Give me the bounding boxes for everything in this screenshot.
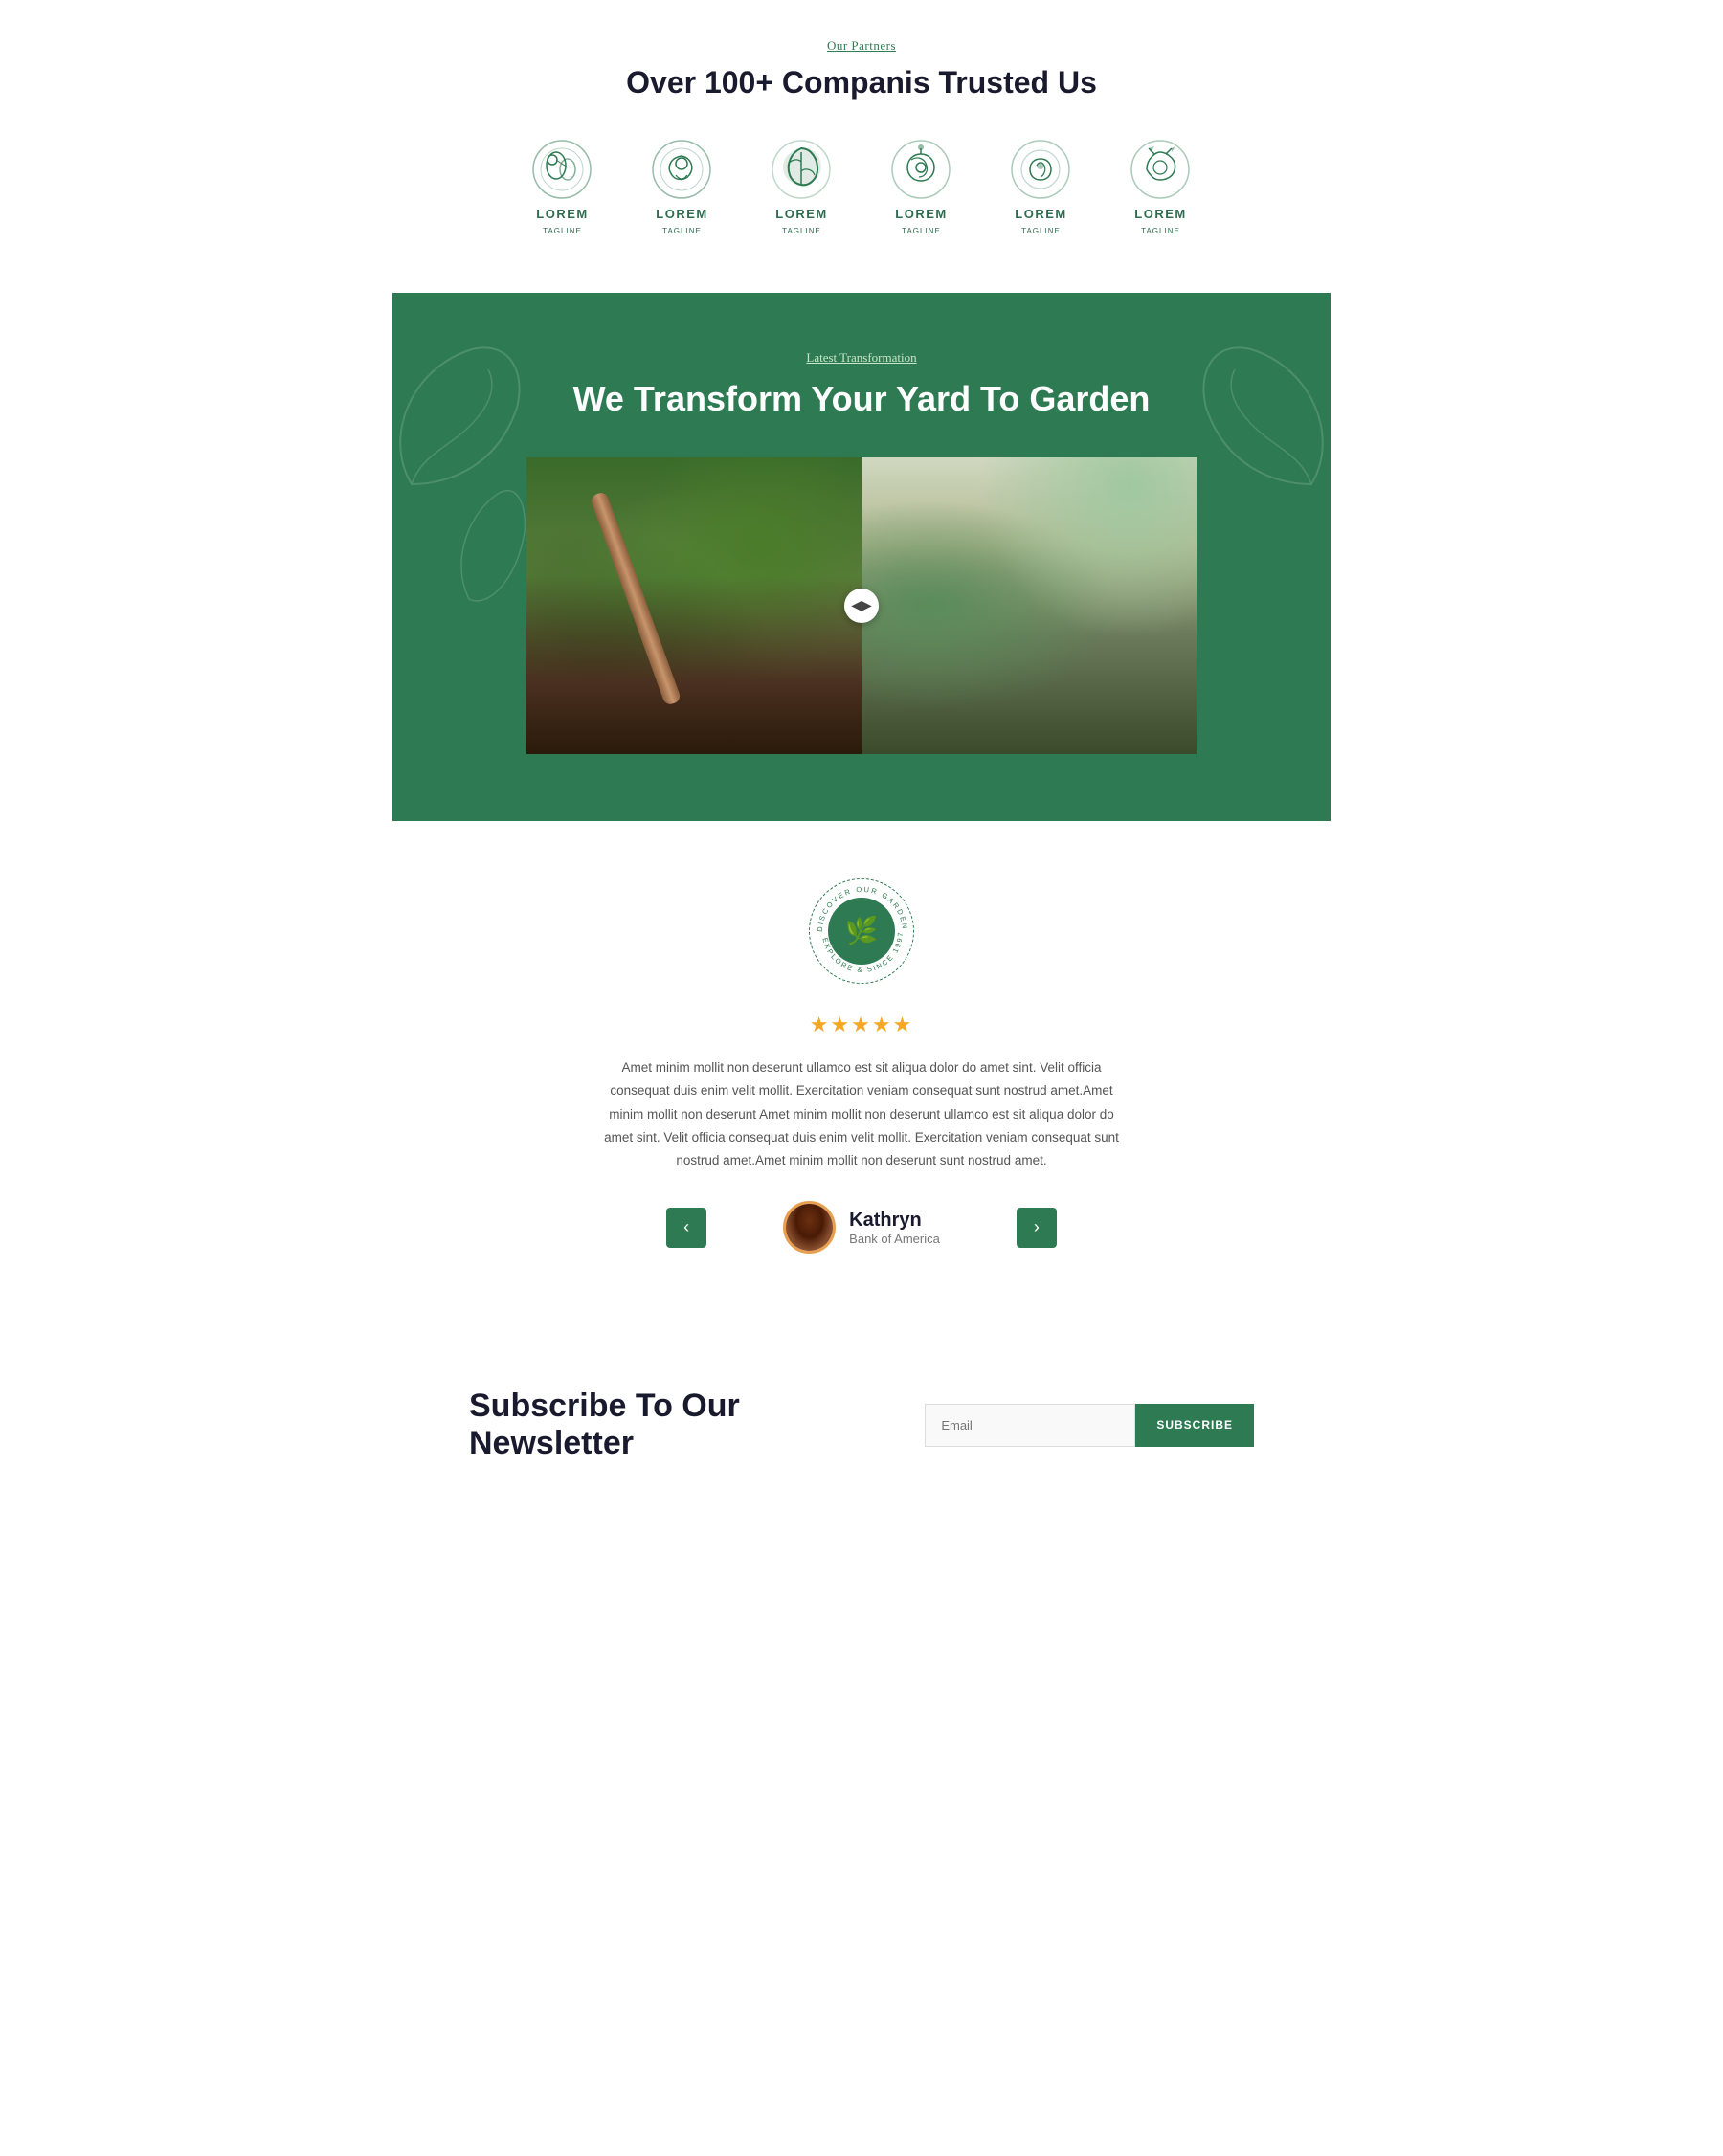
partner-tagline-1: TAGLINE (543, 227, 582, 235)
partner-tagline-2: TAGLINE (662, 227, 702, 235)
author-avatar (783, 1201, 836, 1254)
divider-arrows-icon: ◀▶ (851, 598, 872, 614)
testimonial-author: Kathryn Bank of America (783, 1201, 940, 1254)
partners-label[interactable]: Our Partners (450, 38, 1273, 54)
partner-name-5: LOREM (1015, 207, 1066, 221)
partner-icon-2 (651, 139, 713, 201)
badge-curved-text: DISCOVER OUR GARDEN & EXPLORE & SINCE 19… (810, 879, 915, 985)
partners-section: Our Partners Over 100+ Companis Trusted … (392, 0, 1331, 293)
author-company: Bank of America (849, 1232, 940, 1246)
newsletter-email-input[interactable] (925, 1404, 1135, 1447)
badge-outer-ring: DISCOVER OUR GARDEN & EXPLORE & SINCE 19… (809, 878, 914, 984)
partners-logos-row: LOREM TAGLINE LOREM TAGLINE (450, 139, 1273, 235)
testimonial-navigation: ‹ Kathryn Bank of America › (488, 1201, 1235, 1254)
transformation-images: ◀▶ (526, 457, 1197, 754)
image-divider-circle[interactable]: ◀▶ (844, 589, 879, 623)
prev-testimonial-button[interactable]: ‹ (666, 1208, 706, 1248)
partner-logo-3: LOREM TAGLINE (771, 139, 833, 235)
partner-name-4: LOREM (895, 207, 947, 221)
testimonial-section: DISCOVER OUR GARDEN & EXPLORE & SINCE 19… (392, 821, 1331, 1330)
transformation-label[interactable]: Latest Transformation (392, 350, 1331, 366)
svg-text:DISCOVER OUR GARDEN &: DISCOVER OUR GARDEN & (810, 879, 909, 932)
star-rating: ★★★★★ (488, 1012, 1235, 1037)
next-testimonial-button[interactable]: › (1017, 1208, 1057, 1248)
partner-tagline-5: TAGLINE (1021, 227, 1061, 235)
partner-logo-6: LOREM TAGLINE (1130, 139, 1192, 235)
partner-tagline-3: TAGLINE (782, 227, 821, 235)
partner-icon-1 (531, 139, 593, 201)
author-avatar-image (786, 1204, 833, 1251)
partner-logo-2: LOREM TAGLINE (651, 139, 713, 235)
partner-name-2: LOREM (656, 207, 707, 221)
partner-logo-1: LOREM TAGLINE (531, 139, 593, 235)
partner-icon-5 (1010, 139, 1072, 201)
partner-name-6: LOREM (1134, 207, 1186, 221)
partner-icon-6 (1130, 139, 1192, 201)
garden-tool-image (526, 457, 862, 754)
author-info: Kathryn Bank of America (849, 1210, 940, 1246)
badge-circle: DISCOVER OUR GARDEN & EXPLORE & SINCE 19… (809, 878, 914, 984)
newsletter-subscribe-button[interactable]: SUBSCRIBE (1135, 1404, 1254, 1447)
newsletter-title: Subscribe To Our Newsletter (469, 1388, 794, 1462)
partner-logo-5: LOREM TAGLINE (1010, 139, 1072, 235)
author-name: Kathryn (849, 1210, 940, 1232)
partner-name-3: LOREM (775, 207, 827, 221)
newsletter-form: SUBSCRIBE (925, 1404, 1254, 1447)
partner-icon-4 (890, 139, 952, 201)
leaf-bg-right-icon (1197, 293, 1331, 676)
partner-name-1: LOREM (536, 207, 588, 221)
partner-tagline-4: TAGLINE (902, 227, 941, 235)
partner-icon-3 (771, 139, 833, 201)
transformation-title: We Transform Your Yard To Garden (392, 379, 1331, 419)
garden-girl-image (862, 457, 1197, 754)
partner-tagline-6: TAGLINE (1141, 227, 1180, 235)
testimonial-body: Amet minim mollit non deserunt ullamco e… (593, 1056, 1130, 1172)
partners-title: Over 100+ Companis Trusted Us (450, 65, 1273, 100)
partner-logo-4: LOREM TAGLINE (890, 139, 952, 235)
newsletter-section: Subscribe To Our Newsletter SUBSCRIBE (392, 1330, 1331, 1539)
transformation-section: Latest Transformation We Transform Your … (392, 293, 1331, 821)
garden-before-image (526, 457, 862, 754)
garden-after-image (862, 457, 1197, 754)
leaf-bg-left-icon (392, 293, 526, 676)
